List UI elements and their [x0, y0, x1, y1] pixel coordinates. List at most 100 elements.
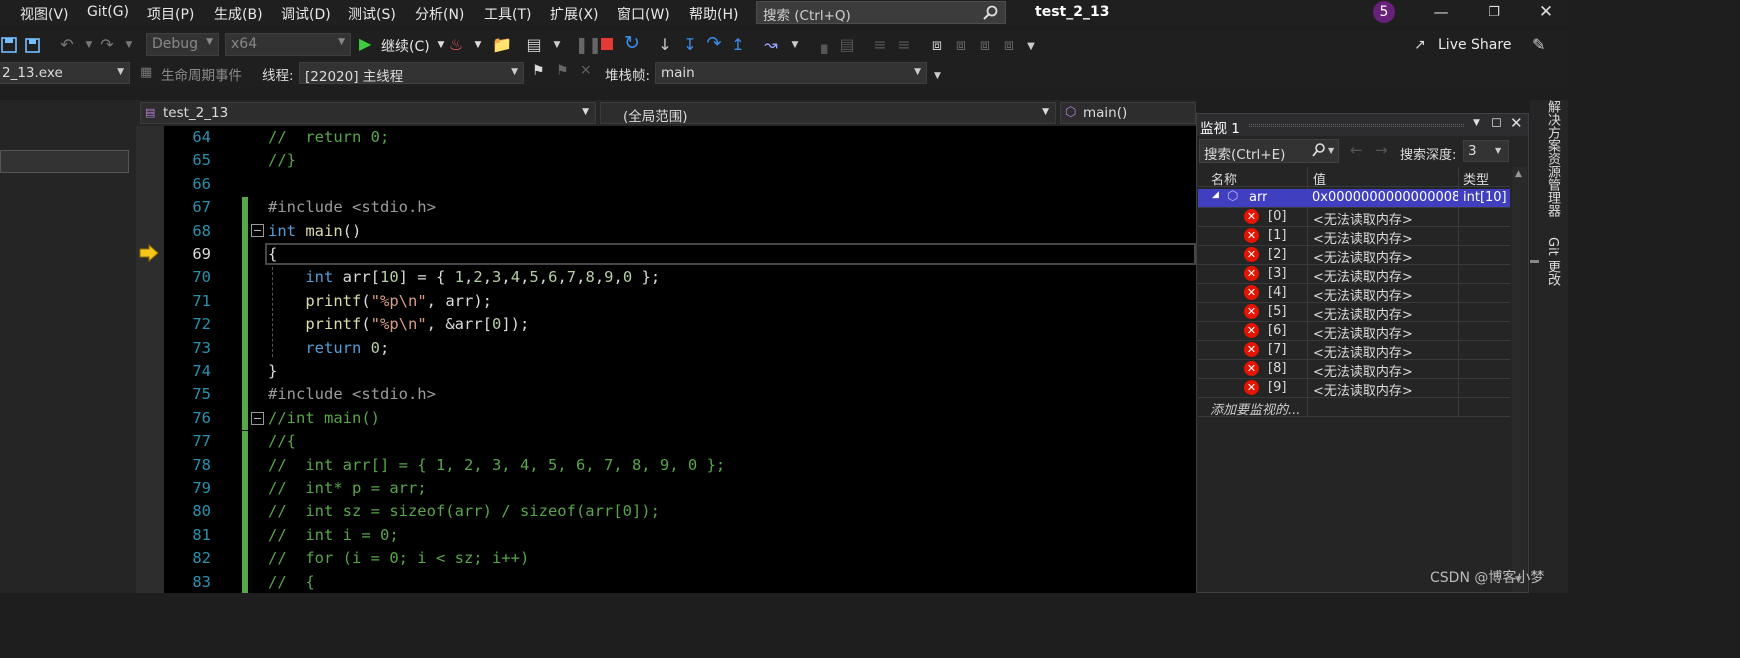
- undo-dropdown-icon[interactable]: ▼: [80, 40, 98, 50]
- code-editor[interactable]: 64 // return 0; 65 //} 66 67 #include <stdio.h…: [164, 126, 1196, 593]
- code-line[interactable]: 68 int main(): [164, 222, 1196, 245]
- diagnostic-icon[interactable]: ↝: [762, 35, 780, 54]
- watch-row[interactable]: ✕ [0] <无法读取内存>: [1198, 208, 1510, 228]
- toolbar-overflow-icon[interactable]: ▼: [1022, 41, 1040, 52]
- stack-icon[interactable]: ▤: [838, 35, 856, 54]
- config-select[interactable]: Debug ▼: [146, 33, 219, 56]
- code-line[interactable]: 73 return 0;: [164, 339, 1196, 362]
- left-panel-search-input[interactable]: [0, 150, 129, 173]
- browse-folder-icon[interactable]: 📁: [492, 35, 512, 54]
- live-share-button[interactable]: Live Share: [1438, 37, 1511, 53]
- menu-tools[interactable]: 工具(T): [484, 4, 531, 24]
- code-line[interactable]: 74}: [164, 362, 1196, 385]
- forward-arrow-icon[interactable]: →: [1375, 141, 1388, 159]
- platform-select[interactable]: x64 ▼: [225, 33, 351, 56]
- comment-lines-icon[interactable]: ≡: [871, 35, 889, 54]
- watch-row[interactable]: ✕ [8] <无法读取内存>: [1198, 360, 1510, 380]
- lifecycle-events-button[interactable]: 生命周期事件: [161, 64, 242, 84]
- close-icon[interactable]: ✕: [1510, 114, 1523, 132]
- step-into-icon[interactable]: ↧: [681, 35, 699, 54]
- code-line[interactable]: 64 // return 0;: [164, 128, 1196, 151]
- thread-icon[interactable]: ▗: [812, 35, 830, 54]
- code-line[interactable]: 82 // for (i = 0; i < sz; i++): [164, 549, 1196, 572]
- menu-view[interactable]: 视图(V): [20, 4, 69, 24]
- code-line[interactable]: 80 // int sz = sizeof(arr) / sizeof(arr[0…: [164, 502, 1196, 525]
- collapse-icon[interactable]: −: [251, 412, 264, 425]
- code-line[interactable]: 66: [164, 175, 1196, 198]
- menu-window[interactable]: 窗口(W): [617, 4, 670, 24]
- code-line[interactable]: 71 printf("%p\n", arr);: [164, 292, 1196, 315]
- watch-row[interactable]: ✕ [5] <无法读取内存>: [1198, 303, 1510, 323]
- notification-badge[interactable]: 5: [1373, 1, 1395, 23]
- panel-resize-handle[interactable]: [1530, 260, 1539, 263]
- project-nav-select[interactable]: ▤ test_2_13 ▼: [140, 102, 596, 124]
- process-select[interactable]: 2_13.exe ▼: [0, 62, 130, 84]
- code-line[interactable]: 75 #include <stdio.h>: [164, 385, 1196, 408]
- git-changes-tab[interactable]: Git 更改: [1543, 237, 1562, 286]
- flag-icon[interactable]: ⚑: [532, 63, 545, 79]
- menu-build[interactable]: 生成(B): [214, 4, 263, 24]
- redo-icon[interactable]: ↷: [98, 35, 116, 54]
- save-all-icon[interactable]: [24, 37, 40, 53]
- stack-frame-select[interactable]: main ▼: [655, 62, 927, 84]
- watch-row[interactable]: ✕ [2] <无法读取内存>: [1198, 246, 1510, 266]
- step-out-icon[interactable]: ↥: [729, 35, 747, 54]
- function-nav-select[interactable]: ⬡ main(): [1060, 102, 1196, 124]
- thread-select[interactable]: [22020] 主线程 ▼: [299, 62, 524, 85]
- restart-icon[interactable]: ↻: [623, 32, 641, 54]
- continue-button[interactable]: 继续(C): [381, 36, 430, 56]
- code-line[interactable]: 81 // int i = 0;: [164, 526, 1196, 549]
- menu-test[interactable]: 测试(S): [348, 4, 396, 24]
- code-line[interactable]: 79 // int* p = arr;: [164, 479, 1196, 502]
- code-line[interactable]: 83 // {: [164, 573, 1196, 596]
- minimize-icon[interactable]: —: [1431, 3, 1451, 21]
- undo-icon[interactable]: ↶: [58, 35, 76, 54]
- menu-extensions[interactable]: 扩展(X): [550, 4, 599, 24]
- toolbar-overflow-icon[interactable]: ▼: [934, 71, 941, 81]
- hot-reload-dropdown-icon[interactable]: ▼: [469, 40, 487, 50]
- maximize-icon[interactable]: ◻: [1491, 115, 1502, 130]
- code-line[interactable]: 76 //int main(): [164, 409, 1196, 432]
- redo-dropdown-icon[interactable]: ▼: [120, 40, 138, 50]
- add-watch-row[interactable]: 添加要监视的...: [1198, 398, 1510, 418]
- show-next-statement-icon[interactable]: ↓: [656, 35, 674, 54]
- save-icon[interactable]: [1, 37, 17, 53]
- filter-icon[interactable]: ⨯: [580, 62, 592, 78]
- code-line[interactable]: 65 //}: [164, 151, 1196, 174]
- menu-debug[interactable]: 调试(D): [281, 4, 331, 24]
- scroll-up-icon[interactable]: ▲: [1515, 169, 1522, 179]
- back-arrow-icon[interactable]: ←: [1350, 141, 1363, 159]
- feedback-icon[interactable]: ✎: [1532, 35, 1545, 54]
- code-line[interactable]: 70 int arr[10] = { 1,2,3,4,5,6,7,8,9,0 }…: [164, 268, 1196, 291]
- layout-dropdown-icon[interactable]: ▼: [548, 40, 566, 50]
- restore-icon[interactable]: ❐: [1484, 5, 1504, 20]
- col-header-value[interactable]: 值: [1313, 169, 1326, 188]
- flag-all-icon[interactable]: ⚑: [556, 63, 569, 79]
- expand-triangle-icon[interactable]: ◢: [1212, 190, 1219, 200]
- menu-project[interactable]: 项目(P): [147, 4, 194, 24]
- watch-row[interactable]: ✕ [6] <无法读取内存>: [1198, 322, 1510, 342]
- col-header-type[interactable]: 类型: [1463, 169, 1489, 188]
- col-header-name[interactable]: 名称: [1211, 169, 1237, 188]
- bookmark-icon[interactable]: ⧈: [928, 35, 946, 55]
- code-line[interactable]: 77 //{: [164, 432, 1196, 455]
- menu-git[interactable]: Git(G): [87, 4, 129, 20]
- uncomment-lines-icon[interactable]: ≡: [895, 35, 913, 54]
- layout-icon[interactable]: ▤: [525, 35, 543, 54]
- prev-bookmark-icon[interactable]: ⧈: [952, 35, 970, 55]
- next-bookmark-icon[interactable]: ⧈: [976, 35, 994, 55]
- watch-row[interactable]: ✕ [3] <无法读取内存>: [1198, 265, 1510, 285]
- menu-help[interactable]: 帮助(H): [689, 4, 738, 24]
- code-line[interactable]: 67 #include <stdio.h>: [164, 198, 1196, 221]
- watch-row[interactable]: ✕ [4] <无法读取内存>: [1198, 284, 1510, 304]
- solution-explorer-tab[interactable]: 解决方案资源管理器: [1543, 100, 1562, 217]
- clear-bookmarks-icon[interactable]: ⧈: [1000, 35, 1018, 55]
- hot-reload-icon[interactable]: ♨: [447, 35, 465, 54]
- diagnostic-dropdown-icon[interactable]: ▼: [786, 40, 804, 50]
- close-icon[interactable]: ✕: [1536, 2, 1556, 22]
- continue-play-icon[interactable]: ▶: [359, 34, 371, 53]
- collapse-icon[interactable]: −: [251, 224, 264, 237]
- menu-analyze[interactable]: 分析(N): [415, 4, 464, 24]
- global-search-input[interactable]: 搜索 (Ctrl+Q): [756, 1, 1006, 24]
- pause-icon[interactable]: ❚❚: [575, 35, 602, 54]
